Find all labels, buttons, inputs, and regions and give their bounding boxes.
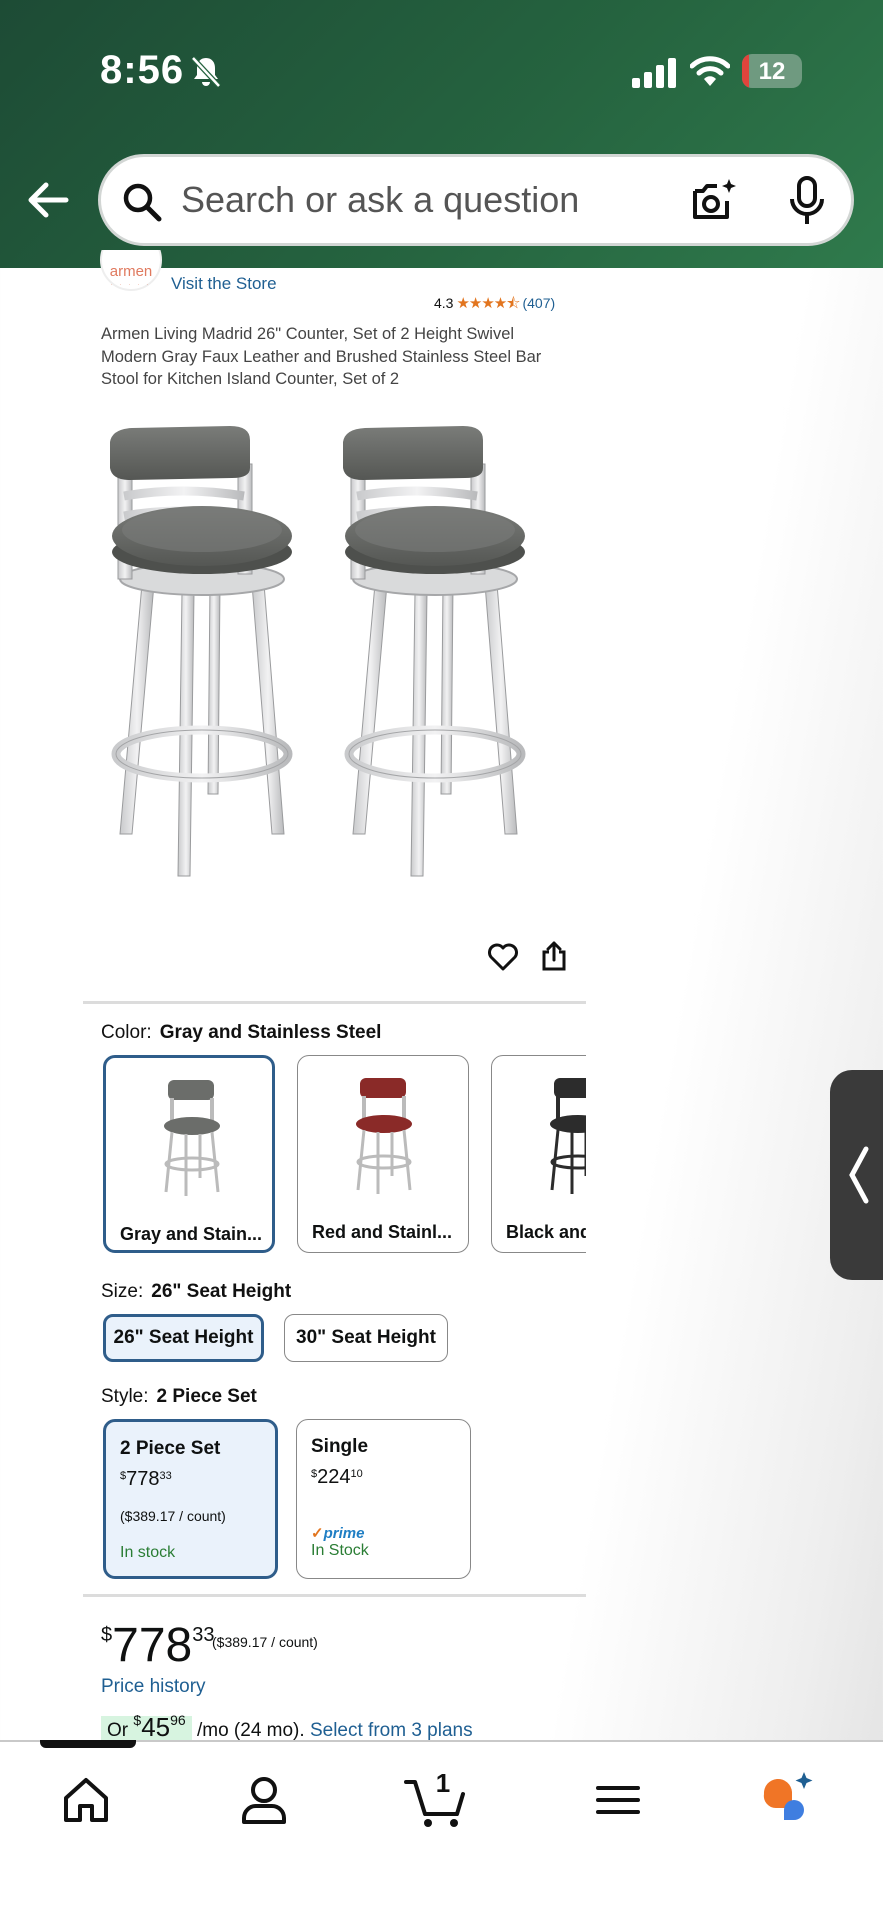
style-option-name: Single <box>311 1436 369 1457</box>
rating[interactable]: 4.3 ★★★★⯪ (407) <box>434 293 555 318</box>
size-selected: 26" Seat Height <box>151 1281 292 1302</box>
rating-value: 4.3 <box>434 295 454 311</box>
battery-level: 12 <box>758 58 786 85</box>
product-image[interactable] <box>100 410 570 890</box>
microphone-icon[interactable] <box>789 175 825 227</box>
color-option-label: Red and Stainl... <box>312 1222 453 1242</box>
style-option-price: $22410 <box>311 1466 363 1488</box>
bell-off-icon <box>191 56 221 88</box>
style-option-single[interactable]: Single $22410 ✓prime In Stock <box>296 1419 471 1579</box>
star-rating-icon: ★★★★⯪ <box>456 295 520 312</box>
share-icon[interactable] <box>541 940 567 972</box>
color-label: Color: Gray and Stainless Steel <box>101 1022 381 1044</box>
color-option-gray[interactable]: Gray and Stain... <box>103 1055 275 1253</box>
price-history-link[interactable]: Price history <box>101 1676 206 1698</box>
size-option-30[interactable]: 30" Seat Height <box>284 1314 448 1362</box>
monthly-payment: Or $4596 /mo (24 mo). Select from 3 plan… <box>101 1712 473 1745</box>
style-label: Style: 2 Piece Set <box>101 1386 257 1408</box>
size-label-text: Size: <box>101 1281 144 1302</box>
color-option-black[interactable]: Black and <box>491 1055 586 1253</box>
menu-icon[interactable] <box>588 1770 648 1830</box>
store-logo[interactable]: armen · · · · · <box>100 250 162 296</box>
header: 8:56 12 Search or ask a question <box>0 0 883 268</box>
status-time: 8:56 <box>100 48 185 92</box>
color-option-label: Black and <box>506 1222 586 1242</box>
svg-text:· · · · ·: · · · · · <box>111 282 152 288</box>
style-option-unit-price: ($389.17 / count) <box>120 1508 226 1524</box>
stock-status: In Stock <box>311 1542 369 1559</box>
heart-icon[interactable] <box>487 942 519 972</box>
section-divider <box>83 1001 586 1004</box>
size-option-26[interactable]: 26" Seat Height <box>103 1314 264 1362</box>
signal-icon <box>632 58 676 88</box>
product-title: Armen Living Madrid 26" Counter, Set of … <box>101 325 542 388</box>
style-selected: 2 Piece Set <box>156 1386 257 1407</box>
select-plans-link[interactable]: Select from 3 plans <box>310 1720 473 1741</box>
style-option-2-piece[interactable]: 2 Piece Set $77833 ($389.17 / count) In … <box>103 1419 278 1579</box>
variant-thumbnail <box>550 1078 586 1194</box>
style-label-text: Style: <box>101 1386 149 1407</box>
color-option-label: Gray and Stain... <box>120 1224 263 1244</box>
style-option-price: $77833 <box>120 1468 172 1490</box>
back-arrow-icon[interactable] <box>24 176 72 224</box>
color-selected: Gray and Stainless Steel <box>159 1022 382 1043</box>
wifi-icon <box>690 56 730 86</box>
bottom-nav: 1 <box>0 1740 883 1920</box>
section-divider <box>83 1594 586 1597</box>
rating-count[interactable]: (407) <box>522 295 555 311</box>
monthly-terms: /mo (24 mo). <box>196 1720 305 1741</box>
visit-store-link[interactable]: Visit the Store <box>171 274 277 294</box>
search-input[interactable]: Search or ask a question <box>181 179 579 221</box>
prime-badge: ✓prime <box>311 1525 365 1542</box>
battery-indicator: 12 <box>742 54 802 88</box>
size-label: Size: 26" Seat Height <box>101 1281 291 1303</box>
search-icon <box>123 183 162 222</box>
chevron-left-icon <box>849 1146 869 1204</box>
cart-icon[interactable]: 1 <box>404 1770 474 1830</box>
style-option-name: 2 Piece Set <box>120 1438 221 1459</box>
search-bar[interactable]: Search or ask a question <box>98 154 854 246</box>
active-tab-indicator <box>40 1740 136 1748</box>
stock-status: In stock <box>120 1544 176 1561</box>
price: $77833 <box>101 1619 215 1672</box>
home-icon[interactable] <box>56 1770 116 1830</box>
color-option-red[interactable]: Red and Stainl... <box>297 1055 469 1253</box>
account-icon[interactable] <box>234 1770 294 1830</box>
cart-count: 1 <box>436 1770 450 1798</box>
unit-price: ($389.17 / count) <box>212 1634 318 1650</box>
rufus-icon[interactable] <box>758 1770 818 1830</box>
color-label-text: Color: <box>101 1022 152 1043</box>
color-options: Gray and Stain... Red and Stainl... Blac… <box>101 1053 586 1259</box>
camera-search-icon[interactable] <box>689 177 737 225</box>
side-panel-handle[interactable] <box>830 1070 883 1280</box>
variant-thumbnail <box>164 1080 220 1196</box>
store-logo-text: armen <box>110 263 153 280</box>
variant-thumbnail <box>356 1078 412 1194</box>
